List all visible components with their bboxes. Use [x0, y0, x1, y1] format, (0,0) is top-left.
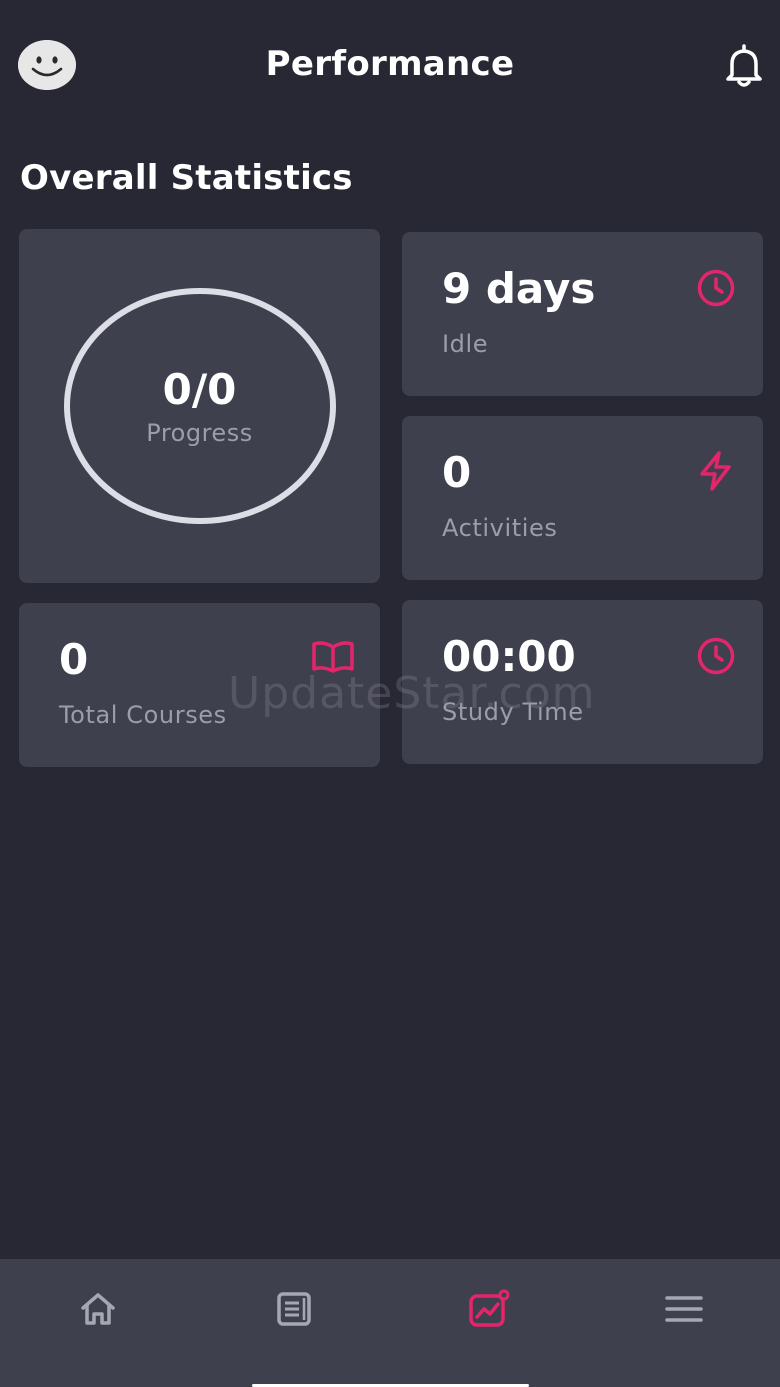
- nav-performance[interactable]: [449, 1283, 529, 1335]
- bell-icon: [726, 44, 762, 87]
- open-book-icon: [312, 641, 354, 673]
- clock-icon: [697, 269, 735, 307]
- activities-value: 0: [442, 448, 472, 497]
- home-icon: [81, 1293, 115, 1325]
- idle-label: Idle: [442, 330, 489, 358]
- progress-label: Progress: [146, 419, 253, 447]
- top-header: Performance: [0, 0, 780, 130]
- nav-menu[interactable]: [644, 1283, 724, 1335]
- study-time-card: 00:00 Study Time: [402, 600, 763, 764]
- idle-value: 9 days: [442, 264, 596, 313]
- hamburger-menu-icon: [665, 1296, 703, 1322]
- activities-card: 0 Activities: [402, 416, 763, 580]
- nav-home[interactable]: [58, 1283, 138, 1335]
- study-time-value: 00:00: [442, 632, 576, 681]
- nav-courses[interactable]: [253, 1283, 333, 1335]
- clock-icon: [697, 637, 735, 675]
- idle-card: 9 days Idle: [402, 232, 763, 396]
- progress-card: 0/0 Progress: [19, 229, 380, 583]
- total-courses-value: 0: [59, 635, 89, 684]
- lightning-icon: [700, 451, 731, 491]
- total-courses-label: Total Courses: [59, 701, 227, 729]
- activities-label: Activities: [442, 514, 558, 542]
- bottom-nav: [0, 1259, 780, 1387]
- notifications-button[interactable]: [720, 42, 768, 90]
- section-title: Overall Statistics: [20, 158, 353, 198]
- chart-icon: [469, 1289, 510, 1327]
- total-courses-card: 0 Total Courses: [19, 603, 380, 767]
- performance-screen: Performance Overall Statistics 0/0 Progr…: [0, 0, 780, 1387]
- progress-value: 0/0: [162, 365, 237, 414]
- page-title: Performance: [265, 44, 515, 84]
- study-time-label: Study Time: [442, 698, 584, 726]
- document-list-icon: [277, 1292, 311, 1326]
